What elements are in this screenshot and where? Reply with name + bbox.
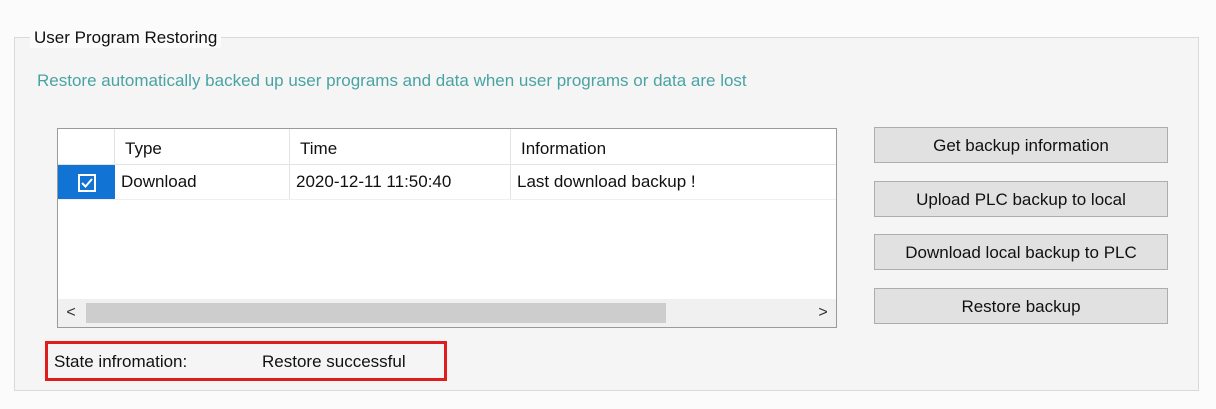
- state-label: State infromation:: [54, 352, 188, 371]
- list-header: Type Time Information: [58, 129, 836, 165]
- group-title: User Program Restoring: [30, 28, 222, 48]
- table-row[interactable]: Download 2020-12-11 11:50:40 Last downlo…: [58, 165, 836, 200]
- column-header-type[interactable]: Type: [115, 129, 290, 164]
- scroll-left-icon[interactable]: <: [58, 299, 84, 327]
- get-backup-information-button[interactable]: Get backup information: [874, 127, 1168, 163]
- group-description: Restore automatically backed up user pro…: [37, 71, 747, 90]
- state-value: Restore successful: [262, 352, 406, 371]
- row-time: 2020-12-11 11:50:40: [290, 165, 511, 199]
- row-check-cell[interactable]: [58, 165, 115, 199]
- restore-backup-button[interactable]: Restore backup: [874, 288, 1168, 324]
- row-type: Download: [115, 165, 290, 199]
- horizontal-scrollbar[interactable]: < >: [58, 299, 836, 327]
- scroll-right-icon[interactable]: >: [810, 299, 836, 327]
- row-information: Last download backup !: [517, 172, 696, 191]
- download-local-backup-button[interactable]: Download local backup to PLC: [874, 234, 1168, 270]
- state-information-highlight: State infromation: Restore successful: [45, 341, 447, 381]
- upload-plc-backup-button[interactable]: Upload PLC backup to local: [874, 181, 1168, 217]
- column-header-check[interactable]: [58, 129, 115, 164]
- checkbox-checked-icon[interactable]: [78, 174, 96, 192]
- column-header-information[interactable]: Information: [511, 129, 836, 164]
- scrollbar-thumb[interactable]: [86, 303, 666, 323]
- backup-list[interactable]: Type Time Information Download 2020-12-1…: [57, 128, 837, 328]
- column-header-time[interactable]: Time: [290, 129, 511, 164]
